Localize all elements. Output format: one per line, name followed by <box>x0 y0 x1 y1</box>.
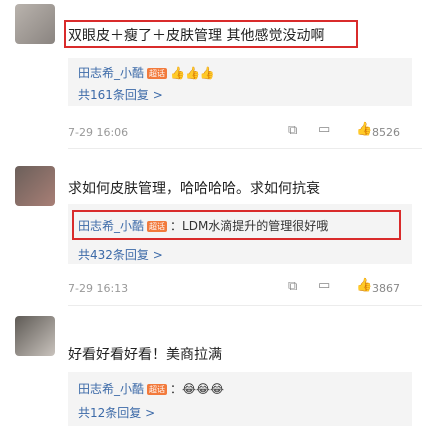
comment-text: 求如何皮肤管理，哈哈哈哈。求如何抗衰 <box>68 181 320 197</box>
status-badge: 超话 <box>147 384 168 395</box>
edit-icon[interactable]: ⧉ <box>288 279 297 294</box>
reply-username[interactable]: 田志希_小酷 <box>78 66 144 80</box>
status-badge: 超话 <box>147 68 168 79</box>
view-replies-link[interactable]: 共12条回复 > <box>78 404 155 421</box>
thumb-up-icon[interactable]: 👍 <box>356 278 372 293</box>
avatar[interactable] <box>15 166 55 206</box>
divider <box>68 148 422 149</box>
timestamp: 7-29 16:06 <box>68 126 129 139</box>
comment-icon[interactable]: ▭ <box>318 122 330 137</box>
reply-box[interactable]: 田志希_小酷 超话 ：😂😂😂 共12条回复 > <box>68 372 412 426</box>
reply-box[interactable]: 田志希_小酷 超话 👍👍👍 共161条回复 > <box>68 58 412 106</box>
highlight-box <box>72 210 401 240</box>
edit-icon[interactable]: ⧉ <box>288 123 297 138</box>
avatar[interactable] <box>15 4 55 44</box>
reply-line: 田志希_小酷 超话 👍👍👍 <box>78 64 215 81</box>
reply-username[interactable]: 田志希_小酷 <box>78 382 144 396</box>
thumb-up-icon[interactable]: 👍 <box>356 122 372 137</box>
comment-text: 双眼皮＋瘦了＋皮肤管理 其他感觉没动啊 <box>68 28 325 44</box>
like-count: 3867 <box>372 282 400 295</box>
comment-text: 好看好看好看！美商拉满 <box>68 347 222 363</box>
comment-3: 好看好看好看！美商拉满 田志希_小酷 超话 ：😂😂😂 共12条回复 > <box>0 306 422 430</box>
avatar[interactable] <box>15 316 55 356</box>
like-count: 8526 <box>372 126 400 139</box>
reply-text: 👍👍👍 <box>170 66 215 80</box>
comment-1: 双眼皮＋瘦了＋皮肤管理 其他感觉没动啊 田志希_小酷 超话 👍👍👍 共161条回复 … <box>0 0 422 145</box>
view-replies-link[interactable]: 共161条回复 > <box>78 86 163 103</box>
reply-line: 田志希_小酷 超话 ：😂😂😂 <box>78 380 224 397</box>
comment-icon[interactable]: ▭ <box>318 278 330 293</box>
reply-text: ：😂😂😂 <box>170 382 225 396</box>
timestamp: 7-29 16:13 <box>68 282 129 295</box>
view-replies-link[interactable]: 共432条回复 > <box>78 246 163 263</box>
comment-2: 求如何皮肤管理，哈哈哈哈。求如何抗衰 田志希_小酷 超话 ：LDM水滴提升的管理很好… <box>0 150 422 305</box>
